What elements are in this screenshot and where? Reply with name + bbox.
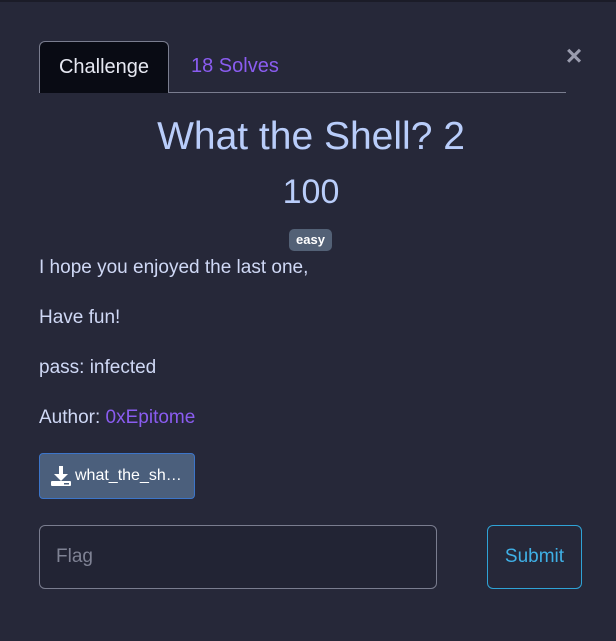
author-link[interactable]: 0xEpitome: [106, 407, 196, 428]
description-line-1: I hope you enjoyed the last one,: [39, 257, 309, 278]
file-name-label: what_the_sh…: [75, 467, 182, 484]
description-line-2: Have fun!: [39, 307, 121, 328]
tab-solves[interactable]: 18 Solves: [191, 41, 279, 92]
challenge-title: What the Shell? 2: [157, 115, 465, 158]
download-icon: [51, 466, 71, 486]
close-button[interactable]: ×: [563, 42, 585, 70]
challenge-points: 100: [282, 173, 340, 211]
challenge-modal: Challenge 18 Solves × What the Shell? 2 …: [0, 0, 616, 641]
author-label: Author:: [39, 407, 106, 428]
download-file-button[interactable]: what_the_sh…: [39, 453, 195, 499]
author-line: Author: 0xEpitome: [39, 406, 195, 430]
challenge-tabs: Challenge 18 Solves: [39, 41, 566, 93]
description-line-3: pass: infected: [39, 357, 157, 378]
submit-button[interactable]: Submit: [487, 525, 582, 589]
flag-input[interactable]: [39, 525, 437, 589]
tab-challenge[interactable]: Challenge: [39, 41, 169, 93]
difficulty-badge: easy: [289, 229, 332, 251]
